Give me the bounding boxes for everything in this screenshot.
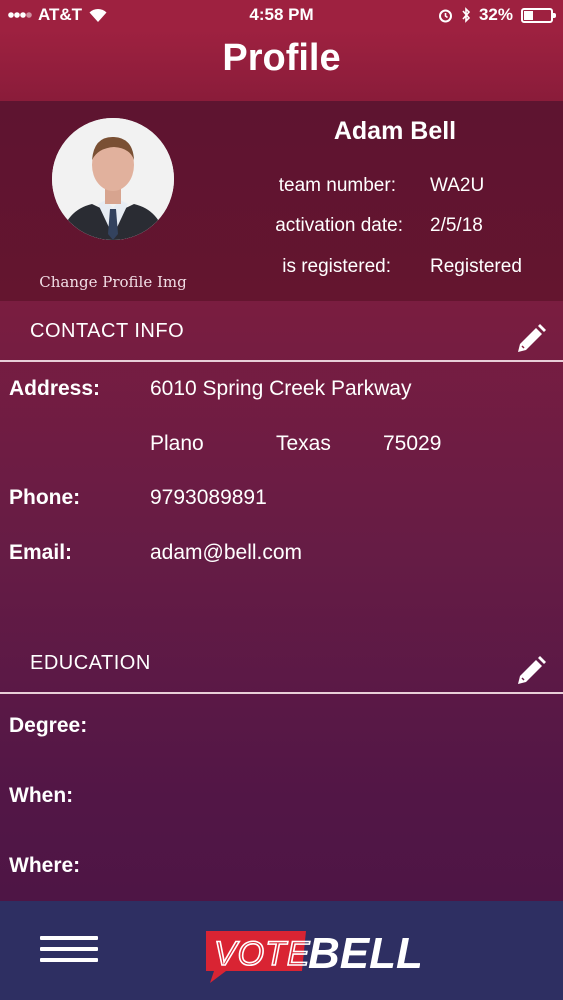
when-label: When:: [9, 784, 74, 807]
activation-date-value: 2/5/18: [430, 215, 483, 236]
activation-date-label: activation date:: [275, 215, 403, 236]
avatar[interactable]: [52, 118, 174, 240]
contact-info-header: CONTACT INFO: [0, 301, 563, 362]
menu-hamburger-icon[interactable]: [40, 936, 98, 964]
address-line1: 6010 Spring Creek Parkway: [150, 377, 412, 400]
logo-vote-text: VOTE: [214, 935, 311, 973]
email-label: Email:: [9, 541, 73, 564]
profile-photo: [52, 118, 174, 240]
registration-label: is registered:: [282, 256, 391, 277]
address-zip: 75029: [383, 432, 442, 455]
email-value: adam@bell.com: [150, 541, 303, 564]
registration-value: Registered: [430, 256, 522, 277]
nav-header: Profile: [0, 30, 563, 101]
page-title: Profile: [222, 37, 341, 79]
address-city: Plano: [150, 432, 204, 455]
battery-icon: [521, 7, 556, 23]
profile-card: Change Profile Img Adam Bell team number…: [0, 101, 563, 301]
edit-education-pencil-icon[interactable]: [515, 655, 547, 687]
where-label: Where:: [9, 854, 81, 877]
contact-info-title: CONTACT INFO: [30, 320, 185, 342]
contact-divider: [0, 360, 563, 362]
team-number-label: team number:: [278, 175, 396, 196]
profile-name: Adam Bell: [333, 117, 457, 145]
phone-value: 9793089891: [150, 486, 267, 509]
education-divider: [0, 692, 563, 694]
bottom-bar: VOTE BELL: [0, 901, 563, 1000]
edit-contact-pencil-icon[interactable]: [515, 323, 547, 355]
vote-bell-logo: VOTE BELL: [206, 929, 420, 983]
status-right: 32%: [438, 5, 556, 25]
degree-label: Degree:: [9, 714, 88, 737]
battery-percent: 32%: [478, 5, 513, 24]
status-bar: AT&T 4:58 PM 32%: [0, 0, 563, 30]
alarm-icon: [438, 9, 452, 22]
bluetooth-icon: [462, 7, 471, 23]
education-title: EDUCATION: [30, 652, 151, 674]
address-state: Texas: [276, 432, 331, 455]
education-header: EDUCATION: [0, 633, 563, 694]
team-number-value: WA2U: [430, 175, 485, 196]
address-label: Address:: [9, 377, 101, 400]
logo-bell-text: BELL: [308, 929, 420, 978]
phone-label: Phone:: [9, 486, 81, 509]
